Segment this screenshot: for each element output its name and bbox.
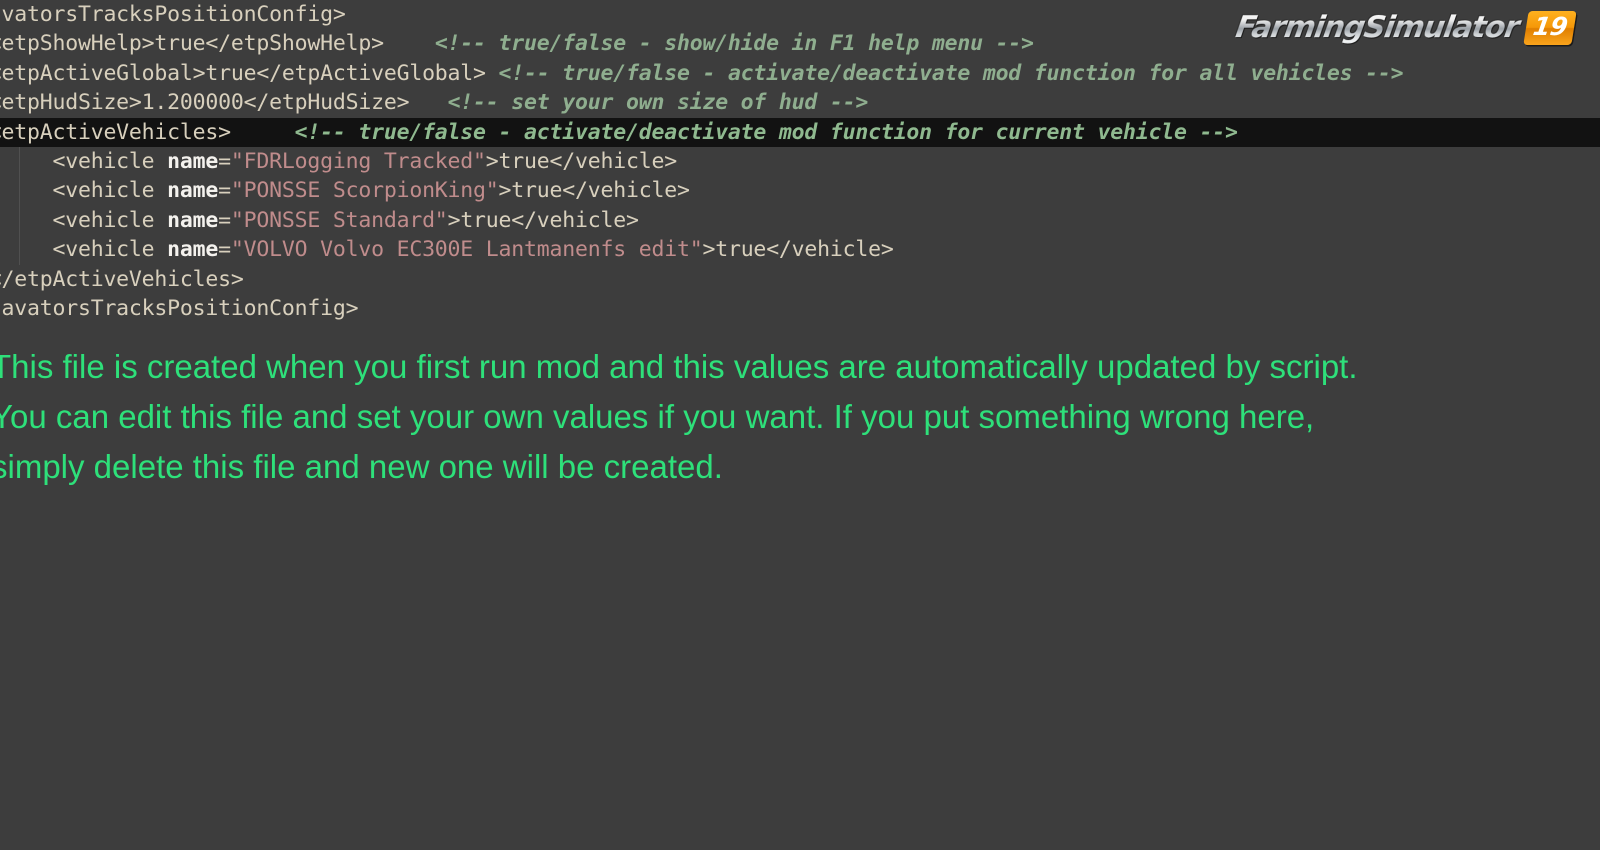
code-line-content: <etpActiveVehicles> <!-- true/false - ac…: [0, 118, 1600, 147]
code-token-text: true: [498, 148, 550, 174]
code-line[interactable]: <vehicle name="PONSSE ScorpionKing">true…: [0, 176, 1600, 205]
code-line[interactable]: xcavatorsTracksPositionConfig>: [0, 294, 1600, 323]
note-line: This file is created when you first run …: [0, 348, 1358, 385]
code-token-tag: xcavatorsTracksPositionConfig>: [0, 295, 359, 321]
code-token-tag: </vehicle>: [549, 148, 678, 174]
code-token-text: true: [154, 31, 206, 57]
note-line: You can edit this file and set your own …: [0, 398, 1315, 435]
code-token-tag: <etpHudSize>: [0, 90, 142, 116]
code-token-comment: <!-- true/false - activate/deactivate mo…: [498, 60, 1404, 86]
config-instructions-note: This file is created when you first run …: [0, 342, 1600, 492]
code-token-text: true: [715, 237, 767, 263]
code-line-content: <vehicle name="PONSSE ScorpionKing">true…: [0, 176, 1600, 205]
code-token-val: "PONSSE ScorpionKing": [230, 178, 499, 204]
code-token-tag: >: [498, 178, 512, 204]
code-line-active[interactable]: <etpActiveVehicles> <!-- true/false - ac…: [0, 117, 1600, 147]
code-token-tag: </etpHudSize>: [243, 90, 410, 116]
version-badge: 19: [1523, 11, 1577, 45]
code-token-tag: <etpActiveGlobal>: [0, 60, 206, 86]
code-token-attr: name: [167, 148, 219, 174]
code-line[interactable]: <etpActiveGlobal>true</etpActiveGlobal> …: [0, 59, 1600, 88]
code-line-content: <etpHudSize>1.200000</etpHudSize> <!-- s…: [0, 88, 1600, 117]
code-token-text: true: [460, 207, 512, 233]
code-line[interactable]: </etpActiveVehicles>: [0, 265, 1600, 294]
code-token-text: 1.200000: [141, 90, 244, 116]
code-token-attr: name: [167, 237, 219, 263]
farming-simulator-wordmark: FarmingSimulator: [1233, 8, 1529, 48]
code-token-tag: =: [218, 237, 231, 263]
code-token-tag: <etpActiveVehicles>: [0, 119, 231, 145]
code-line-content: <vehicle name="FDRLogging Tracked">true<…: [0, 147, 1600, 176]
code-token-comment: <!-- true/false - activate/deactivate mo…: [294, 119, 1238, 145]
code-token-tag: =: [218, 148, 231, 174]
code-token-tag: <vehicle: [52, 237, 155, 263]
code-token-attr: name: [167, 207, 219, 233]
code-token-text: true: [205, 60, 257, 86]
code-token-tag: </vehicle>: [562, 178, 690, 204]
code-token-tag: </etpActiveVehicles>: [0, 266, 244, 292]
code-token-val: "VOLVO Volvo EC300E Lantmanenfs edit": [230, 237, 703, 263]
code-token-val: "PONSSE Standard": [230, 207, 448, 233]
code-line[interactable]: <vehicle name="PONSSE Standard">true</ve…: [0, 206, 1600, 235]
code-line-content: xcavatorsTracksPositionConfig>: [0, 294, 1600, 323]
note-line: simply delete this file and new one will…: [0, 448, 723, 485]
code-token-tag: <vehicle: [52, 207, 155, 233]
code-token-attr: name: [167, 178, 219, 204]
code-token-tag: <vehicle: [52, 148, 155, 174]
code-token-tag: </etpActiveGlobal>: [256, 60, 486, 86]
code-token-tag: >: [485, 148, 499, 174]
code-token-tag: <vehicle: [52, 178, 155, 204]
code-token-text: true: [511, 178, 563, 204]
code-line-content: </etpActiveVehicles>: [0, 265, 1600, 294]
code-token-tag: =: [218, 207, 231, 233]
code-token-val: "FDRLogging Tracked": [230, 148, 486, 174]
code-line-content: <vehicle name="VOLVO Volvo EC300E Lantma…: [0, 235, 1600, 264]
code-token-tag: </vehicle>: [511, 207, 639, 233]
code-token-tag: >: [447, 207, 461, 233]
code-token-comment: <!-- set your own size of hud -->: [447, 90, 869, 116]
code-token-tag: </vehicle>: [766, 237, 894, 263]
code-line[interactable]: <vehicle name="FDRLogging Tracked">true<…: [0, 147, 1600, 176]
code-token-tag: <etpShowHelp>: [0, 31, 155, 57]
code-line-content: <etpActiveGlobal>true</etpActiveGlobal> …: [0, 59, 1600, 88]
code-line-content: <vehicle name="PONSSE Standard">true</ve…: [0, 206, 1600, 235]
code-token-tag: >: [702, 237, 716, 263]
code-token-tag: =: [218, 178, 231, 204]
code-line[interactable]: <vehicle name="VOLVO Volvo EC300E Lantma…: [0, 235, 1600, 264]
code-line[interactable]: <etpHudSize>1.200000</etpHudSize> <!-- s…: [0, 88, 1600, 117]
code-token-comment: <!-- true/false - show/hide in F1 help m…: [434, 31, 1034, 57]
code-token-tag: </etpShowHelp>: [205, 31, 384, 57]
code-token-tag: cavatorsTracksPositionConfig>: [0, 2, 346, 27]
farming-simulator-logo: FarmingSimulator 19: [1233, 6, 1578, 50]
